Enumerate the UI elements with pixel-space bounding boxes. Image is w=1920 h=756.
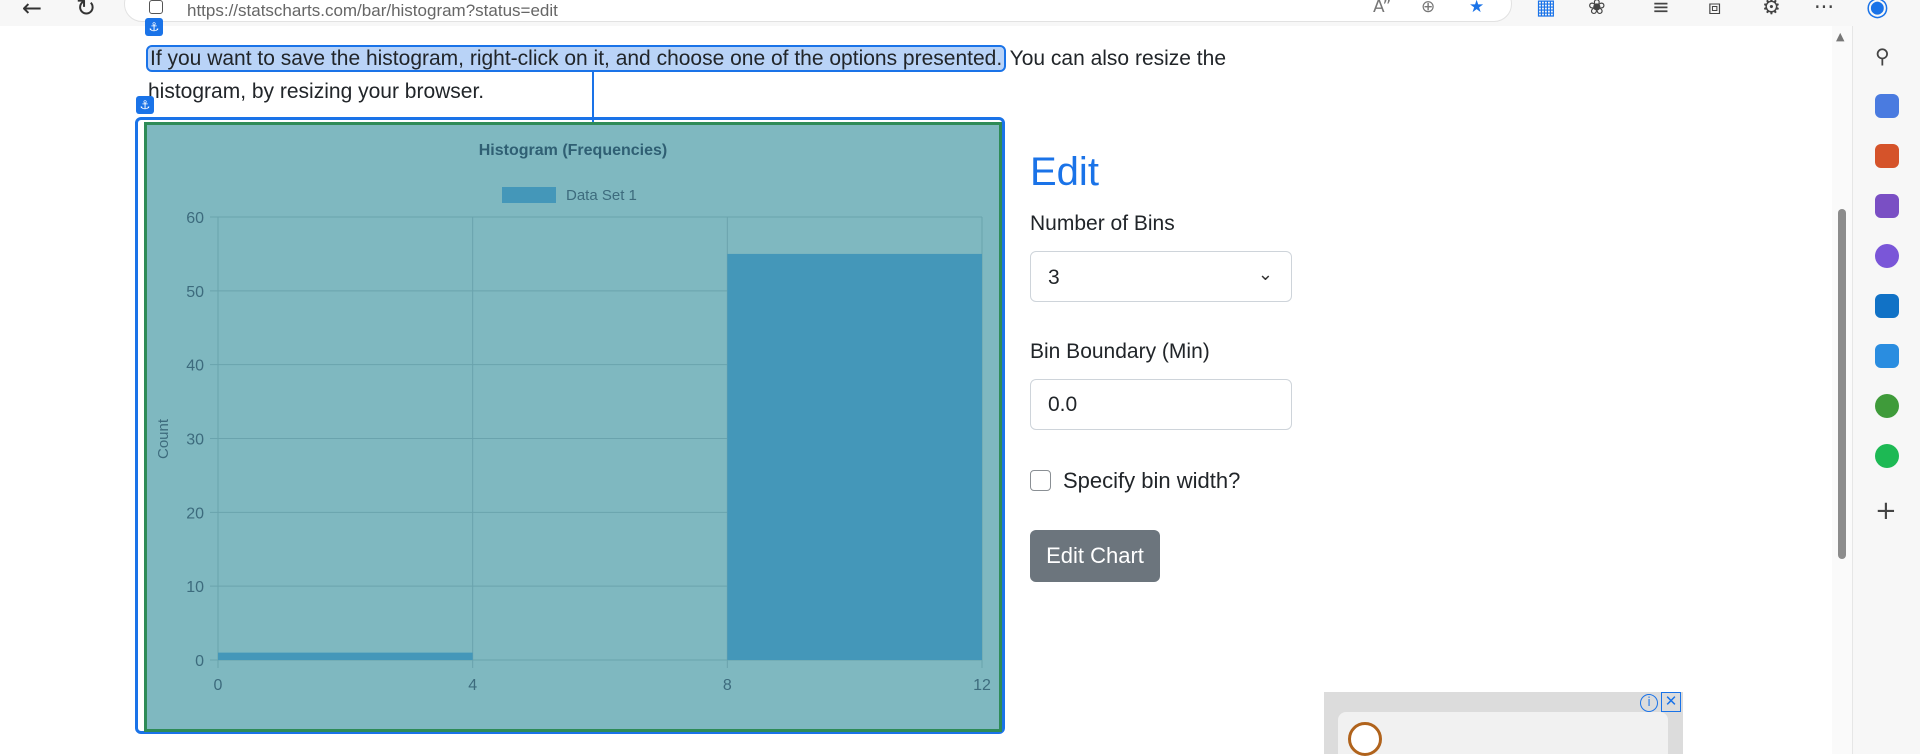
- toolbox-icon[interactable]: [1875, 144, 1899, 168]
- read-aloud-icon[interactable]: A”: [1373, 0, 1391, 17]
- performance-icon[interactable]: ⚙: [1762, 0, 1781, 19]
- tag-icon[interactable]: [1875, 94, 1899, 118]
- y-tick-label: 60: [186, 210, 204, 227]
- address-bar[interactable]: https://statscharts.com/bar/histogram?st…: [124, 0, 1512, 22]
- bin-width-checkbox-label[interactable]: Specify bin width?: [1063, 468, 1240, 494]
- scroll-thumb[interactable]: [1838, 209, 1846, 559]
- add-icon[interactable]: +: [1875, 496, 1899, 526]
- send-icon[interactable]: [1875, 344, 1899, 368]
- x-tick-label: 4: [468, 677, 477, 694]
- legend-label: Data Set 1: [566, 187, 637, 204]
- histogram-bar: [218, 652, 473, 660]
- ad-logo-icon: [1348, 722, 1382, 756]
- x-tick-label: 8: [723, 677, 732, 694]
- bin-boundary-input[interactable]: [1030, 379, 1292, 430]
- chart-title: Histogram (Frequencies): [479, 142, 667, 159]
- url-text[interactable]: https://statscharts.com/bar/histogram?st…: [187, 1, 558, 21]
- ad-image[interactable]: [1338, 712, 1668, 754]
- anchor-icon[interactable]: ⚓: [145, 18, 163, 36]
- anchor-icon-chart[interactable]: ⚓: [136, 96, 154, 114]
- y-tick-label: 50: [186, 284, 204, 301]
- chart-bars: [218, 253, 982, 660]
- ad-close-icon[interactable]: ✕: [1661, 692, 1681, 712]
- scroll-up-icon[interactable]: ▲: [1836, 30, 1844, 43]
- copilot-icon[interactable]: ◉: [1866, 0, 1889, 22]
- favorites-list-icon[interactable]: ≡: [1652, 0, 1670, 19]
- bins-select-value: 3: [1048, 266, 1060, 289]
- annotation-connector: [592, 72, 594, 122]
- y-tick-label: 40: [186, 358, 204, 375]
- games-icon[interactable]: [1875, 194, 1899, 218]
- refresh-icon[interactable]: ↻: [76, 0, 96, 22]
- outlook-icon[interactable]: [1875, 294, 1899, 318]
- bins-label: Number of Bins: [1030, 212, 1175, 235]
- y-tick-label: 10: [186, 579, 204, 596]
- intro-paragraph: If you want to save the histogram, right…: [145, 42, 1298, 108]
- edit-heading: Edit: [1030, 150, 1099, 194]
- histogram-bar: [727, 253, 982, 660]
- spotify-icon[interactable]: [1875, 444, 1899, 468]
- edit-chart-button[interactable]: Edit Chart: [1030, 530, 1160, 582]
- browser-sidebar: ⚲ +: [1852, 26, 1920, 754]
- boundary-label: Bin Boundary (Min): [1030, 340, 1210, 363]
- more-menu-icon[interactable]: ···: [1814, 0, 1834, 19]
- collections-icon[interactable]: ⧈: [1708, 0, 1721, 20]
- page-scrollbar[interactable]: ▲: [1832, 26, 1852, 754]
- tree-icon[interactable]: [1875, 394, 1899, 418]
- back-arrow-icon[interactable]: ←: [22, 0, 42, 22]
- zoom-icon[interactable]: ⊕: [1421, 0, 1435, 17]
- bin-width-checkbox[interactable]: [1030, 470, 1051, 491]
- site-info-icon[interactable]: [149, 0, 163, 14]
- legend-swatch: [502, 187, 556, 203]
- puzzle-icon[interactable]: ❀: [1588, 0, 1606, 19]
- histogram-chart[interactable]: Histogram (Frequencies) Data Set 1 Count…: [144, 122, 1002, 732]
- selected-text[interactable]: If you want to save the histogram, right…: [145, 45, 1007, 72]
- x-tick-label: 12: [973, 677, 991, 694]
- favorite-star-icon[interactable]: ★: [1469, 0, 1484, 17]
- y-tick-label: 20: [186, 505, 204, 522]
- y-axis-label: Count: [155, 418, 172, 459]
- copilot-app-icon[interactable]: [1875, 244, 1899, 268]
- bins-select[interactable]: 3 ⌄: [1030, 251, 1292, 302]
- search-icon[interactable]: ⚲: [1875, 44, 1899, 68]
- y-tick-label: 30: [186, 432, 204, 449]
- extension-icon[interactable]: ▦: [1536, 0, 1556, 19]
- chevron-down-icon: ⌄: [1257, 264, 1273, 285]
- y-tick-label: 0: [195, 653, 204, 670]
- ad-info-icon[interactable]: i: [1640, 694, 1658, 712]
- browser-toolbar: ← ↻ https://statscharts.com/bar/histogra…: [0, 0, 1920, 26]
- x-tick-label: 0: [214, 677, 223, 694]
